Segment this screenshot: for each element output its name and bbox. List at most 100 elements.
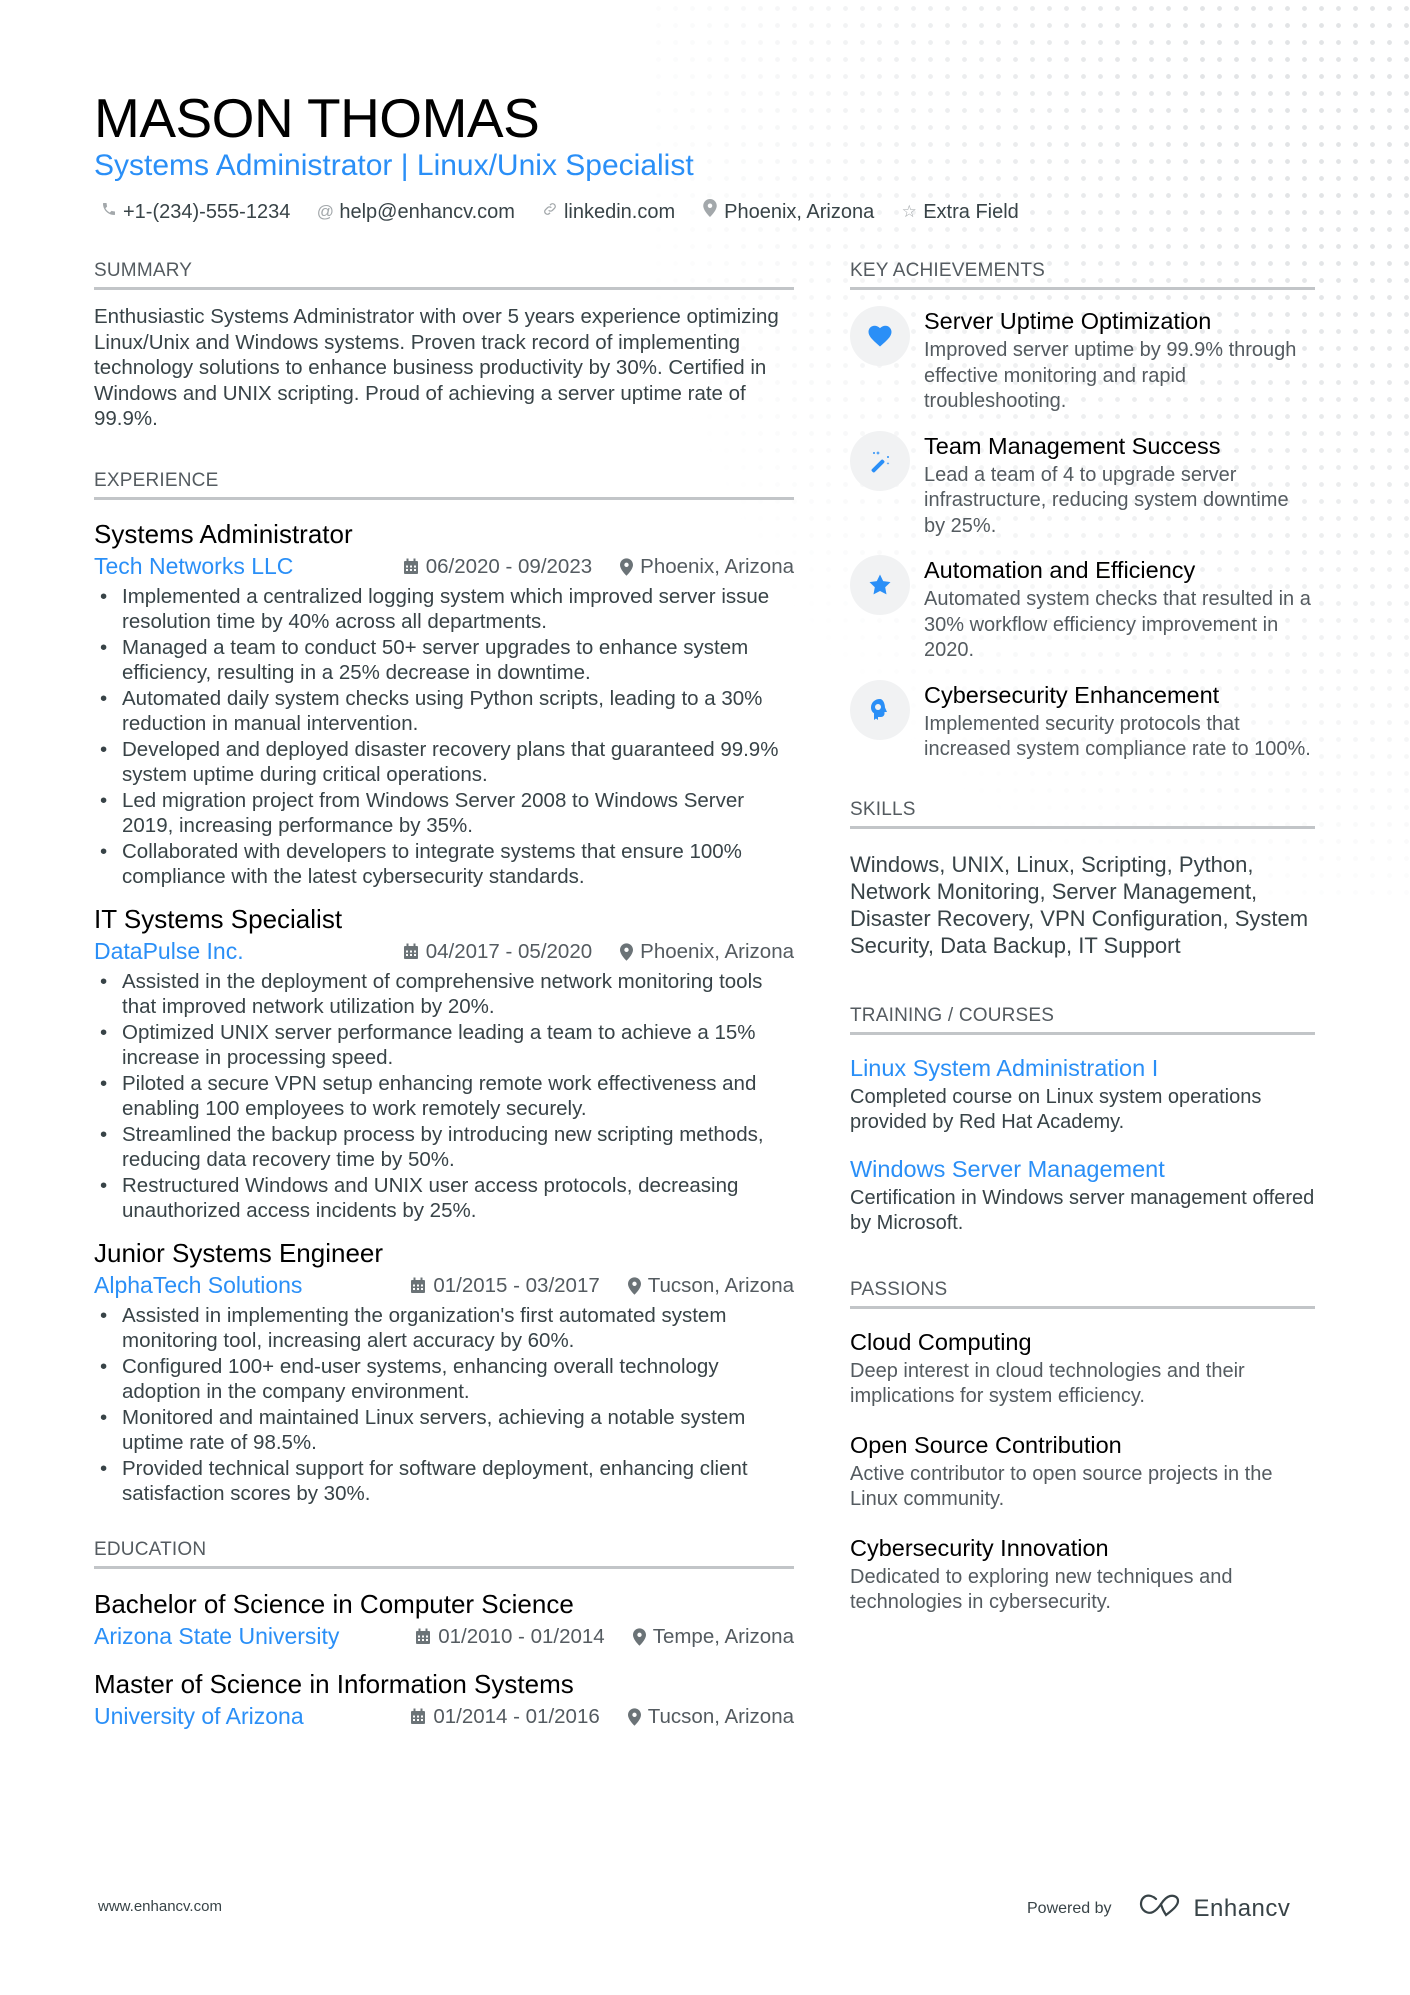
company-name[interactable]: Tech Networks LLC	[94, 553, 293, 580]
enhancv-brand-name: Enhancv	[1193, 1894, 1291, 1922]
job-dates-text: 01/2015 - 03/2017	[433, 1273, 600, 1297]
passions-section: PASSIONS Cloud Computing Deep interest i…	[850, 1277, 1315, 1616]
job-location: Phoenix, Arizona	[620, 940, 794, 964]
achievement-item: Server Uptime Optimization Improved serv…	[850, 306, 1315, 415]
contact-extra-text: Extra Field	[923, 201, 1019, 223]
heart-icon	[850, 306, 910, 366]
course-item: Windows Server Management Certification …	[850, 1154, 1315, 1237]
company-name[interactable]: AlphaTech Solutions	[94, 1272, 302, 1299]
contact-linkedin[interactable]: linkedin.com	[541, 198, 675, 226]
job-bullets: Assisted in implementing the organizatio…	[94, 1303, 794, 1507]
company-name[interactable]: DataPulse Inc.	[94, 938, 244, 965]
phone-icon	[100, 198, 118, 226]
job-location: Phoenix, Arizona	[620, 555, 794, 579]
skills-section: SKILLS Windows, UNIX, Linux, Scripting, …	[850, 797, 1315, 959]
education-location-text: Tucson, Arizona	[647, 1704, 794, 1728]
job-entry: Systems Administrator Tech Networks LLC …	[94, 517, 794, 890]
job-bullet: Managed a team to conduct 50+ server upg…	[94, 635, 794, 686]
job-bullet: Configured 100+ end-user systems, enhanc…	[94, 1354, 794, 1405]
job-bullet: Optimized UNIX server performance leadin…	[94, 1020, 794, 1071]
resume-page: MASON THOMAS Systems Administrator | Lin…	[0, 0, 1410, 1995]
job-entry: Junior Systems Engineer AlphaTech Soluti…	[94, 1236, 794, 1507]
achievement-title: Server Uptime Optimization	[924, 308, 1212, 334]
job-title: Junior Systems Engineer	[94, 1237, 384, 1268]
job-dates: 06/2020 - 09/2023	[403, 555, 592, 579]
course-item: Linux System Administration I Completed …	[850, 1053, 1315, 1136]
education-location: Tucson, Arizona	[627, 1704, 794, 1729]
passion-title: Open Source Contribution	[850, 1431, 1122, 1458]
location-icon	[627, 1707, 641, 1726]
training-heading: TRAINING / COURSES	[850, 1003, 1315, 1035]
contact-phone[interactable]: +1-(234)-555-1234	[100, 198, 290, 226]
at-icon: @	[316, 202, 334, 221]
footer-website-link[interactable]: www.enhancv.com	[98, 1898, 222, 1915]
degree-title: Bachelor of Science in Computer Science	[94, 1588, 574, 1619]
job-dates: 01/2015 - 03/2017	[410, 1273, 600, 1298]
passion-description: Deep interest in cloud technologies and …	[850, 1359, 1245, 1408]
right-column: KEY ACHIEVEMENTS Server Uptime Optimizat…	[850, 258, 1315, 1616]
location-icon	[701, 198, 719, 226]
job-bullet: Developed and deployed disaster recovery…	[94, 737, 794, 788]
course-title[interactable]: Windows Server Management	[850, 1154, 1315, 1184]
education-entry: Bachelor of Science in Computer Science …	[94, 1587, 794, 1653]
achievement-title: Automation and Efficiency	[924, 557, 1196, 583]
education-meta: Arizona State University 01/2010 - 01/20…	[94, 1621, 794, 1653]
achievement-title: Cybersecurity Enhancement	[924, 681, 1220, 708]
location-icon	[627, 1276, 641, 1295]
job-dates-text: 06/2020 - 09/2023	[425, 554, 593, 578]
experience-section: EXPERIENCE Systems Administrator Tech Ne…	[94, 468, 794, 1507]
school-name[interactable]: Arizona State University	[94, 1623, 339, 1650]
job-location-text: Phoenix, Arizona	[640, 554, 794, 578]
job-meta: DataPulse Inc. 04/2017 - 05/2020 Phoenix…	[94, 936, 794, 968]
magic-wand-icon	[850, 430, 910, 491]
education-location: Tempe, Arizona	[632, 1624, 794, 1649]
degree-title: Master of Science in Information Systems	[94, 1668, 574, 1699]
contact-email[interactable]: @ help@enhancv.com	[316, 198, 515, 226]
summary-heading: SUMMARY	[94, 258, 794, 290]
contact-bar: +1-(234)-555-1234 @ help@enhancv.com lin…	[100, 198, 1019, 226]
job-entry: IT Systems Specialist DataPulse Inc. 04/…	[94, 902, 794, 1224]
training-section: TRAINING / COURSES Linux System Administ…	[850, 1003, 1315, 1237]
job-bullet: Implemented a centralized logging system…	[94, 584, 794, 635]
job-bullet: Streamlined the backup process by introd…	[94, 1122, 794, 1173]
candidate-title: Systems Administrator | Linux/Unix Speci…	[94, 149, 694, 182]
calendar-icon	[403, 558, 419, 575]
job-location-text: Tucson, Arizona	[647, 1273, 794, 1297]
education-section: EDUCATION Bachelor of Science in Compute…	[94, 1537, 794, 1733]
achievement-item: Team Management Success Lead a team of 4…	[850, 430, 1315, 540]
achievements-heading: KEY ACHIEVEMENTS	[850, 258, 1315, 290]
job-meta: AlphaTech Solutions 01/2015 - 03/2017 Tu…	[94, 1270, 794, 1302]
job-title: Systems Administrator	[94, 518, 353, 549]
passion-item: Cybersecurity Innovation Dedicated to ex…	[850, 1533, 1315, 1616]
calendar-icon	[403, 943, 419, 960]
job-bullet: Restructured Windows and UNIX user acces…	[94, 1173, 794, 1224]
job-location: Tucson, Arizona	[627, 1273, 794, 1298]
passion-title: Cloud Computing	[850, 1328, 1032, 1355]
contact-location-text: Phoenix, Arizona	[724, 201, 875, 223]
passions-heading: PASSIONS	[850, 1277, 1315, 1309]
education-dates-text: 01/2014 - 01/2016	[433, 1704, 600, 1728]
contact-email-text: help@enhancv.com	[339, 201, 515, 223]
location-icon	[620, 942, 634, 961]
job-bullets: Assisted in the deployment of comprehens…	[94, 969, 794, 1224]
school-name[interactable]: University of Arizona	[94, 1703, 304, 1730]
head-brain-icon	[850, 679, 910, 740]
achievement-description: Improved server uptime by 99.9% through …	[924, 339, 1297, 412]
link-icon	[541, 198, 559, 226]
education-dates-text: 01/2010 - 01/2014	[438, 1624, 605, 1648]
course-title[interactable]: Linux System Administration I	[850, 1053, 1315, 1083]
course-description: Certification in Windows server manageme…	[850, 1186, 1315, 1235]
education-location-text: Tempe, Arizona	[652, 1624, 794, 1648]
location-icon	[620, 557, 634, 576]
contact-location: Phoenix, Arizona	[701, 198, 874, 226]
calendar-icon	[415, 1628, 431, 1645]
job-bullets: Implemented a centralized logging system…	[94, 584, 794, 890]
job-bullet: Assisted in implementing the organizatio…	[94, 1303, 794, 1354]
job-bullet: Automated daily system checks using Pyth…	[94, 686, 794, 737]
contact-extra: ☆ Extra Field	[900, 198, 1019, 226]
job-bullet: Assisted in the deployment of comprehens…	[94, 969, 794, 1020]
contact-linkedin-text: linkedin.com	[563, 201, 676, 223]
course-description: Completed course on Linux system operati…	[850, 1085, 1262, 1134]
passion-description: Active contributor to open source projec…	[850, 1462, 1273, 1511]
footer-branding[interactable]: Powered by Enhancv	[1027, 1893, 1290, 1924]
